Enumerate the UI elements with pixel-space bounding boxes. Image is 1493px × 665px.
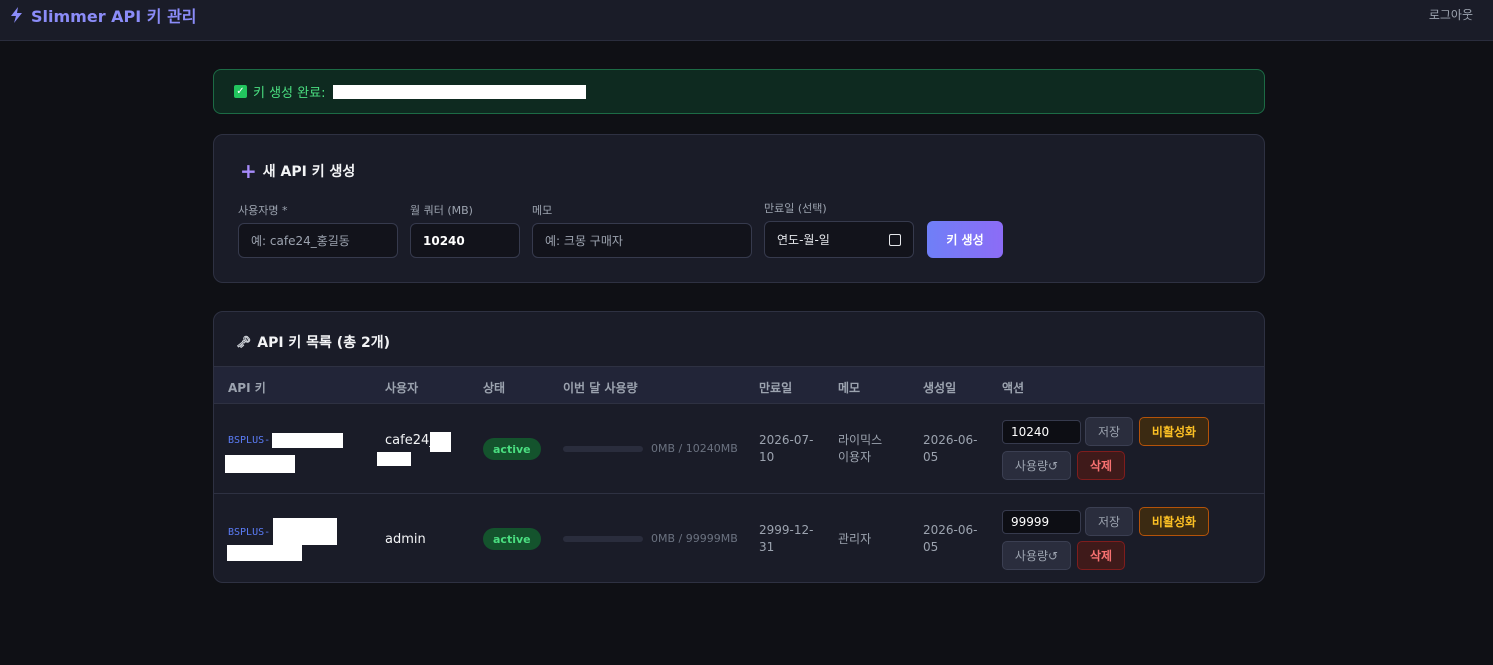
delete-button[interactable]: 삭제 bbox=[1077, 541, 1125, 570]
calendar-icon[interactable] bbox=[889, 233, 901, 246]
col-memo: 메모 bbox=[838, 381, 861, 395]
username-input[interactable]: 예: cafe24_홍길동 bbox=[238, 223, 398, 258]
redacted-key bbox=[333, 84, 587, 99]
created-date: 2026-06- 05 bbox=[923, 522, 977, 556]
expiry-line: 10 bbox=[759, 450, 775, 464]
create-key-button[interactable]: 키 생성 bbox=[927, 221, 1003, 258]
reset-usage-button[interactable]: 사용량↺ bbox=[1002, 541, 1071, 570]
api-key-prefix: BSPLUS- bbox=[228, 527, 271, 538]
expiry-line: 2999-12- bbox=[759, 523, 814, 537]
usage-bar bbox=[563, 446, 643, 452]
col-api-key: API 키 bbox=[228, 381, 266, 395]
memo-text: 관리자 bbox=[838, 531, 871, 548]
quota-input[interactable]: 10240 bbox=[410, 223, 520, 258]
expiry-label: 만료일 (선택) bbox=[764, 202, 827, 215]
usage-text: 0MB / 10240MB bbox=[651, 442, 738, 455]
usage-text: 0MB / 99999MB bbox=[651, 532, 738, 545]
col-expiry: 만료일 bbox=[759, 381, 793, 395]
deactivate-button[interactable]: 비활성화 bbox=[1139, 507, 1209, 536]
app-title: Slimmer API 키 관리 bbox=[31, 7, 197, 26]
expiry-date: 2026-07- 10 bbox=[759, 432, 813, 466]
created-line: 2026-06- bbox=[923, 523, 978, 537]
col-status: 상태 bbox=[483, 381, 506, 395]
expiry-line: 2026-07- bbox=[759, 433, 814, 447]
create-title-text: 새 API 키 생성 bbox=[262, 164, 356, 180]
memo-line: 라이믹스 bbox=[838, 433, 883, 447]
redacted-key bbox=[227, 545, 302, 561]
expiry-date: 2999-12- 31 bbox=[759, 522, 813, 556]
col-usage: 이번 달 사용량 bbox=[563, 381, 638, 395]
key-icon: 🗝 bbox=[236, 335, 252, 349]
user-name: admin bbox=[385, 532, 426, 547]
memo-line: 관리자 bbox=[838, 532, 872, 546]
col-created: 생성일 bbox=[923, 381, 957, 395]
quota-label: 월 쿼터 (MB) bbox=[410, 204, 473, 217]
created-line: 05 bbox=[923, 540, 939, 554]
logout-link[interactable]: 로그아웃 bbox=[1429, 6, 1473, 23]
table-row: BSPLUS- cafe24_ active 0MB / 10240MB 202… bbox=[214, 403, 1264, 493]
delete-button[interactable]: 삭제 bbox=[1077, 451, 1125, 480]
create-key-card: + 새 API 키 생성 사용자명 * 예: cafe24_홍길동 월 쿼터 (… bbox=[213, 134, 1265, 283]
created-date: 2026-06- 05 bbox=[923, 432, 977, 466]
save-button[interactable]: 저장 bbox=[1085, 417, 1133, 446]
redacted-key bbox=[272, 433, 343, 448]
username-label: 사용자명 * bbox=[238, 204, 288, 217]
brand[interactable]: Slimmer API 키 관리 bbox=[10, 4, 197, 26]
create-card-title: + 새 API 키 생성 bbox=[240, 161, 355, 181]
col-actions: 액션 bbox=[1002, 381, 1025, 395]
user-name: cafe24_ bbox=[385, 433, 436, 448]
save-button[interactable]: 저장 bbox=[1085, 507, 1133, 536]
expiry-line: 31 bbox=[759, 540, 775, 554]
status-badge: active bbox=[483, 438, 541, 460]
memo-label: 메모 bbox=[532, 204, 553, 217]
plus-icon: + bbox=[240, 159, 257, 183]
key-list-card: 🗝 API 키 목록 (총 2개) API 키 사용자 상태 이번 달 사용량 … bbox=[213, 311, 1265, 583]
check-icon: ✓ bbox=[234, 85, 247, 98]
redacted-user bbox=[377, 452, 411, 466]
usage-bar bbox=[563, 536, 643, 542]
reset-usage-button[interactable]: 사용량↺ bbox=[1002, 451, 1071, 480]
memo-input[interactable]: 예: 크몽 구매자 bbox=[532, 223, 752, 258]
success-alert: ✓ 키 생성 완료: bbox=[213, 69, 1265, 114]
list-card-title: 🗝 API 키 목록 (총 2개) bbox=[236, 332, 390, 352]
status-badge: active bbox=[483, 528, 541, 550]
expiry-placeholder: 연도-월-일 bbox=[777, 233, 830, 247]
table-row: BSPLUS- admin active 0MB / 99999MB 2999-… bbox=[214, 493, 1264, 582]
api-key-prefix: BSPLUS- bbox=[228, 435, 271, 446]
deactivate-button[interactable]: 비활성화 bbox=[1139, 417, 1209, 446]
col-user: 사용자 bbox=[385, 381, 419, 395]
created-line: 05 bbox=[923, 450, 939, 464]
memo-line: 이용자 bbox=[838, 450, 872, 464]
redacted-key bbox=[273, 518, 337, 545]
redacted-key bbox=[225, 455, 295, 473]
table-header: API 키 사용자 상태 이번 달 사용량 만료일 메모 생성일 액션 bbox=[214, 366, 1264, 403]
expiry-date-input[interactable]: 연도-월-일 bbox=[764, 221, 914, 258]
created-line: 2026-06- bbox=[923, 433, 978, 447]
redacted-user bbox=[430, 432, 451, 452]
lightning-icon bbox=[11, 7, 22, 23]
quota-edit-input[interactable]: 10240 bbox=[1002, 420, 1081, 444]
top-bar: Slimmer API 키 관리 로그아웃 bbox=[0, 0, 1493, 41]
quota-edit-input[interactable]: 99999 bbox=[1002, 510, 1081, 534]
memo-text: 라이믹스 이용자 bbox=[838, 432, 882, 466]
list-title-text: API 키 목록 (총 2개) bbox=[257, 335, 390, 351]
alert-text: 키 생성 완료: bbox=[253, 86, 326, 101]
